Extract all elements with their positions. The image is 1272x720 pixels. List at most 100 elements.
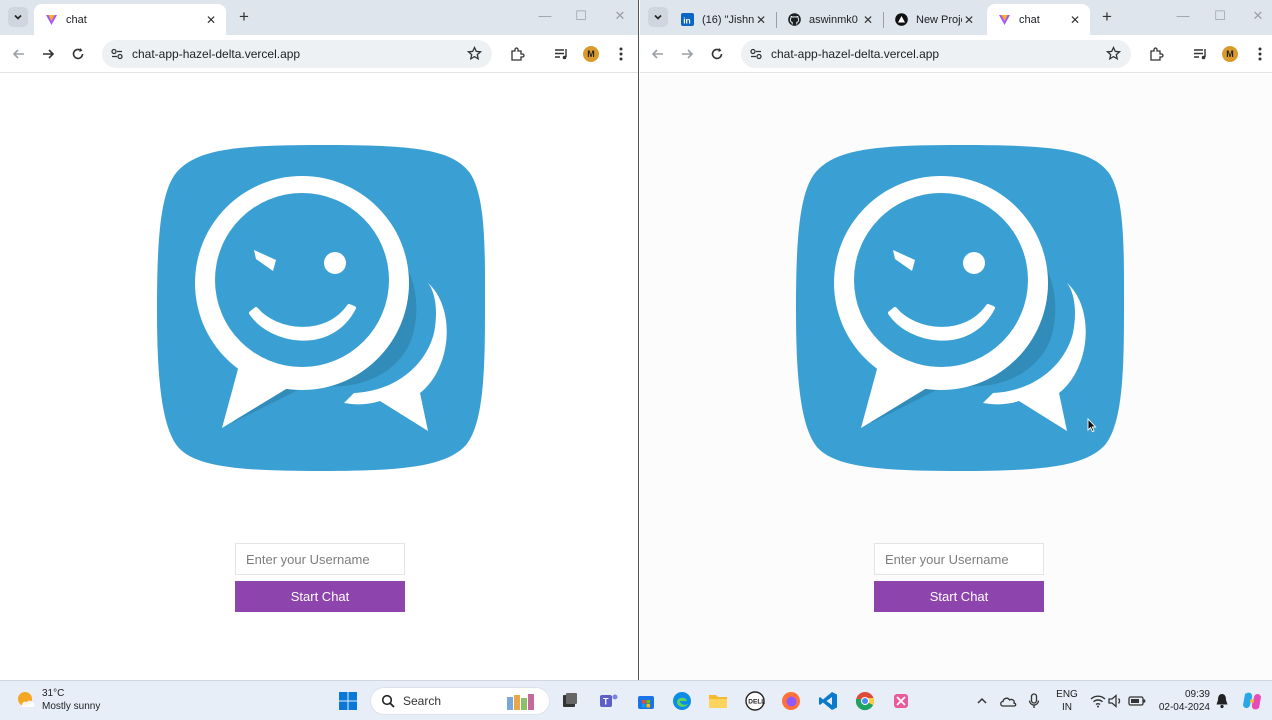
extensions-button[interactable] — [507, 44, 527, 64]
start-chat-button[interactable]: Start Chat — [235, 581, 405, 612]
microphone-button[interactable] — [1022, 689, 1046, 713]
reload-icon — [711, 48, 723, 60]
tab-chat[interactable]: chat ✕ — [987, 4, 1090, 35]
close-tab-icon[interactable]: ✕ — [962, 13, 976, 27]
store-icon — [638, 696, 654, 709]
chevron-up-icon — [977, 697, 987, 704]
dell-icon: DELL — [745, 691, 765, 711]
mouse-cursor-icon — [1087, 418, 1097, 433]
taskbar: 31°C Mostly sunny Search T DELL ENG IN 0… — [0, 680, 1272, 720]
battery-button[interactable] — [1125, 689, 1149, 713]
snipping-tool-button[interactable] — [889, 689, 913, 713]
bookmark-star-icon[interactable] — [466, 45, 483, 66]
firefox-button[interactable] — [779, 689, 803, 713]
search-icon — [381, 694, 395, 708]
tab-search-button[interactable] — [648, 7, 668, 27]
weather-widget[interactable]: 31°C Mostly sunny — [16, 687, 100, 713]
media-control-button[interactable] — [551, 44, 571, 64]
page-content: Start Chat — [0, 74, 638, 680]
extensions-button[interactable] — [1146, 44, 1166, 64]
maximize-button[interactable]: ☐ — [572, 8, 590, 24]
language-code: ENG — [1056, 689, 1078, 700]
close-tab-icon[interactable]: ✕ — [1068, 13, 1082, 27]
more-vertical-icon — [1258, 47, 1262, 61]
svg-text:DELL: DELL — [748, 699, 765, 706]
close-window-button[interactable]: ✕ — [1249, 8, 1267, 24]
dell-button[interactable]: DELL — [743, 689, 767, 713]
tab-strip: chat ✕ + — ☐ ✕ — [0, 0, 638, 35]
tab-search-button[interactable] — [8, 7, 28, 27]
back-button[interactable] — [9, 44, 29, 64]
close-tab-icon[interactable]: ✕ — [204, 13, 218, 27]
vscode-icon — [819, 692, 837, 710]
menu-button[interactable] — [1250, 44, 1270, 64]
battery-icon — [1128, 696, 1146, 706]
store-button[interactable] — [634, 689, 658, 713]
username-input[interactable] — [874, 543, 1044, 575]
taskbar-search[interactable]: Search — [370, 687, 550, 715]
edge-icon — [673, 692, 691, 710]
notifications-button[interactable] — [1210, 689, 1234, 713]
file-explorer-button[interactable] — [706, 689, 730, 713]
profile-button[interactable]: M — [581, 44, 601, 64]
tab-title: chat — [66, 13, 87, 26]
new-tab-button[interactable]: + — [1096, 7, 1118, 29]
close-tab-icon[interactable]: ✕ — [754, 13, 768, 27]
onedrive-button[interactable] — [996, 689, 1020, 713]
back-button[interactable] — [648, 44, 668, 64]
forward-button[interactable] — [38, 44, 58, 64]
weather-desc: Mostly sunny — [42, 701, 101, 712]
media-control-button[interactable] — [1190, 44, 1210, 64]
tab-chat[interactable]: chat ✕ — [34, 4, 226, 35]
folder-icon — [709, 695, 727, 708]
bookmark-star-icon[interactable] — [1105, 45, 1122, 66]
more-vertical-icon — [619, 47, 623, 61]
chat-app-icon — [44, 13, 58, 27]
chevron-down-icon — [14, 14, 22, 20]
page-content: Start Chat — [640, 74, 1272, 680]
arrow-left-icon — [651, 49, 663, 59]
url-text: chat-app-hazel-delta.vercel.app — [771, 47, 940, 61]
address-bar[interactable]: chat-app-hazel-delta.vercel.app — [102, 40, 492, 68]
minimize-button[interactable]: — — [1174, 8, 1192, 23]
vscode-button[interactable] — [816, 689, 840, 713]
task-view-button[interactable] — [558, 689, 582, 713]
svg-text:T: T — [603, 697, 609, 707]
minimize-button[interactable]: — — [536, 8, 554, 23]
new-tab-button[interactable]: + — [233, 7, 255, 29]
reload-button[interactable] — [68, 44, 88, 64]
tab-vercel[interactable]: New Proje ✕ — [884, 4, 984, 35]
arrow-left-icon — [12, 49, 24, 59]
address-bar[interactable]: chat-app-hazel-delta.vercel.app — [741, 40, 1131, 68]
close-tab-icon[interactable]: ✕ — [861, 13, 875, 27]
site-settings-icon[interactable] — [749, 47, 763, 61]
tab-github[interactable]: aswinmk0 ✕ — [777, 4, 883, 35]
edge-button[interactable] — [670, 689, 694, 713]
site-settings-icon[interactable] — [110, 47, 124, 61]
search-label: Search — [403, 694, 442, 708]
menu-button[interactable] — [611, 44, 631, 64]
teams-icon: T — [600, 694, 618, 707]
profile-button[interactable]: M — [1220, 44, 1240, 64]
puzzle-icon — [510, 46, 525, 61]
reload-button[interactable] — [707, 44, 727, 64]
forward-button[interactable] — [677, 44, 697, 64]
chat-app-icon — [997, 13, 1011, 27]
chat-logo-icon — [796, 145, 1125, 471]
svg-text:in: in — [683, 15, 691, 25]
maximize-button[interactable]: ☐ — [1211, 8, 1229, 24]
show-hidden-icons-button[interactable] — [970, 689, 994, 713]
tab-linkedin[interactable]: in (16) "Jishn ✕ — [670, 4, 776, 35]
tab-title: aswinmk0 — [809, 13, 858, 26]
start-chat-button[interactable]: Start Chat — [874, 581, 1044, 612]
tab-strip: in (16) "Jishn ✕ aswinmk0 ✕ New Proje ✕ — [640, 0, 1272, 35]
start-button[interactable] — [336, 689, 360, 713]
copilot-button[interactable] — [1240, 689, 1264, 713]
system-clock[interactable]: 09:39 02-04-2024 — [1152, 688, 1210, 714]
close-window-button[interactable]: ✕ — [611, 8, 629, 24]
username-input[interactable] — [235, 543, 405, 575]
chrome-button[interactable] — [853, 689, 877, 713]
input-language[interactable]: ENG IN — [1055, 688, 1079, 714]
teams-button[interactable]: T — [597, 689, 621, 713]
microphone-icon — [1028, 693, 1040, 708]
